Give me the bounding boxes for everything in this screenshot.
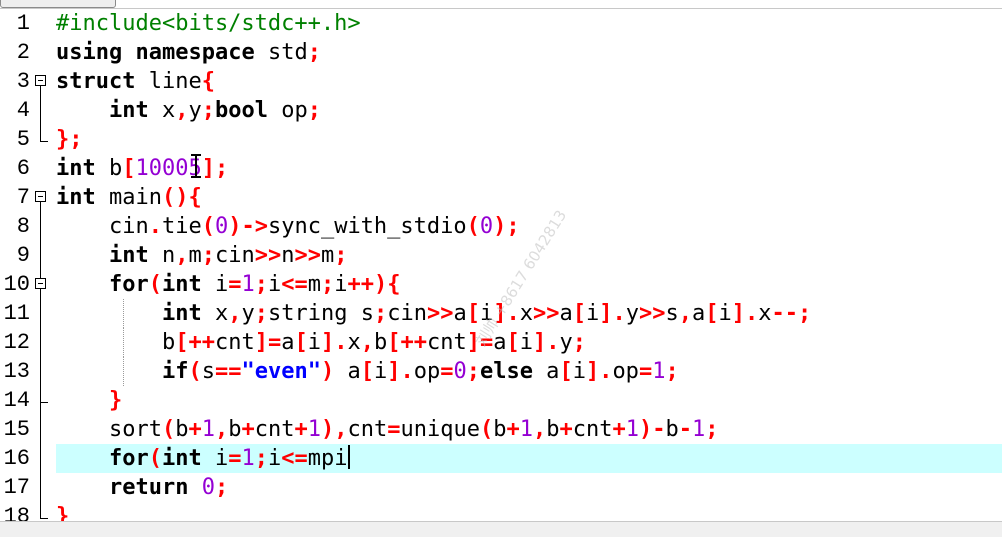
code-text-current-line[interactable]: for(int i=1;i<=mpi — [56, 444, 1002, 473]
code-text: }; — [56, 127, 83, 152]
code-text: struct line{ — [56, 69, 215, 94]
fold-minus-icon[interactable] — [35, 75, 46, 86]
fold-line — [32, 96, 52, 125]
code-line-4: 4 int x,y;bool op; — [0, 96, 1002, 125]
code-line-7: 7 int main(){ — [0, 183, 1002, 212]
code-line-17: 17 return 0; — [0, 473, 1002, 502]
fold-toggle[interactable] — [32, 183, 52, 212]
fold-end — [32, 386, 52, 415]
code-text: } — [108, 388, 123, 413]
code-line-12: 12 b[++cnt]=a[i].x,b[++cnt]=a[i].y; — [0, 328, 1002, 357]
mouse-ibeam-cursor-icon — [189, 154, 203, 178]
code-line-9: 9 int n,m;cin>>n>>m; — [0, 241, 1002, 270]
fold-end — [32, 125, 52, 154]
text-caret — [348, 445, 351, 469]
code-text: int main(){ — [56, 185, 202, 210]
fold-toggle[interactable] — [32, 270, 52, 299]
code-text: sort(b+1,b+cnt+1),cnt=unique(b+1,b+cnt+1… — [56, 417, 719, 442]
fold-line — [32, 299, 52, 328]
code-editor[interactable]: 1 #include<bits/stdc++.h> 2 using namesp… — [0, 9, 1002, 529]
fold-line — [32, 328, 52, 357]
fold-line — [32, 415, 52, 444]
code-line-5: 5 }; — [0, 125, 1002, 154]
code-line-6: 6 int b[10005]; — [0, 154, 1002, 183]
fold-line — [32, 357, 52, 386]
code-line-2: 2 using namespace std; — [0, 38, 1002, 67]
fold-line — [32, 241, 52, 270]
line-number: 6 — [16, 156, 30, 181]
line-number: 1 — [16, 11, 30, 36]
fold-minus-icon[interactable] — [35, 278, 46, 289]
code-text: int x,y;bool op; — [108, 98, 321, 123]
code-text: return 0; — [108, 475, 229, 500]
code-text: #include<bits/stdc++.h> — [56, 11, 361, 36]
line-number: 9 — [16, 243, 30, 268]
line-number: 7 — [16, 185, 30, 210]
line-number: 13 — [3, 359, 30, 384]
code-text: using namespace std; — [56, 40, 321, 65]
document-tab-strip — [0, 0, 1002, 9]
code-line-8: 8 cin.tie(0)->sync_with_stdio(0); — [0, 212, 1002, 241]
code-line-3: 3 struct line{ — [0, 67, 1002, 96]
fold-minus-icon[interactable] — [35, 191, 46, 202]
code-line-1: 1 #include<bits/stdc++.h> — [0, 9, 1002, 38]
code-line-13: 13 if(s=="even") a[i].op=0;else a[i].op=… — [0, 357, 1002, 386]
code-line-16: 16 for(int i=1;i<=mpi — [0, 444, 1002, 473]
line-number: 12 — [3, 330, 30, 355]
document-tab[interactable] — [0, 0, 116, 8]
fold-line — [32, 444, 52, 473]
line-number: 15 — [3, 417, 30, 442]
line-number: 4 — [16, 98, 30, 123]
line-number: 5 — [16, 127, 30, 152]
fold-line — [32, 212, 52, 241]
code-text: b[++cnt]=a[i].x,b[++cnt]=a[i].y; — [56, 330, 586, 355]
line-number: 14 — [3, 388, 30, 413]
line-number: 2 — [16, 40, 30, 65]
code-text: int x,y;string s;cin>>a[i].x>>a[i].y>>s,… — [161, 301, 812, 326]
fold-line — [32, 473, 52, 502]
code-line-14: 14 } — [0, 386, 1002, 415]
line-number: 11 — [3, 301, 30, 326]
line-number: 8 — [16, 214, 30, 239]
code-text: cin.tie(0)->sync_with_stdio(0); — [56, 214, 520, 239]
line-number: 10 — [3, 272, 30, 297]
status-bar — [0, 521, 1002, 537]
line-number: 17 — [3, 475, 30, 500]
code-text: if(s=="even") a[i].op=0;else a[i].op=1; — [161, 359, 679, 384]
code-line-15: 15 sort(b+1,b+cnt+1),cnt=unique(b+1,b+cn… — [0, 415, 1002, 444]
line-number: 16 — [3, 446, 30, 471]
line-number: 3 — [16, 69, 30, 94]
fold-toggle[interactable] — [32, 67, 52, 96]
